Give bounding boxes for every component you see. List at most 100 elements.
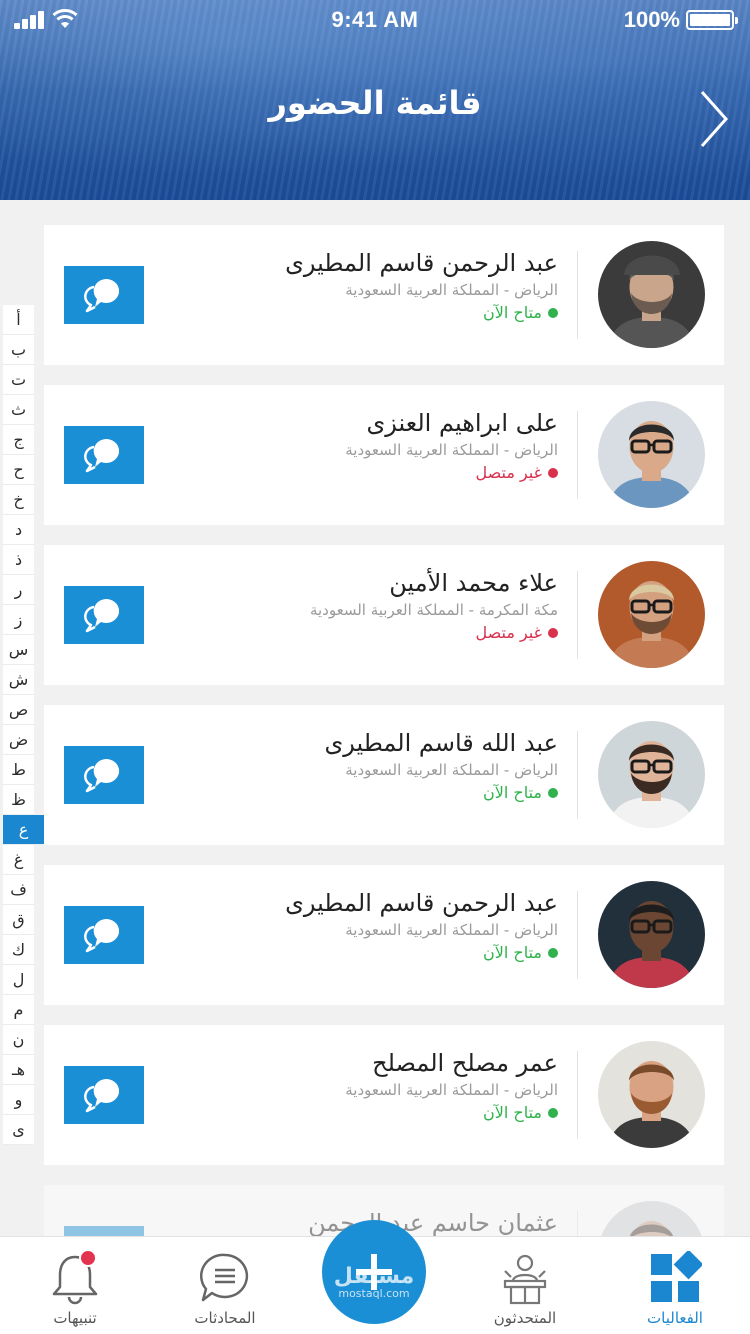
alphabet-letter[interactable]: ل bbox=[3, 965, 34, 995]
alphabet-index[interactable]: أ ب ت ث ج ح خ د ذ ر ز س ش ص ض ط ظ ع غ ف ق ك ل م ن هـ و ى bbox=[3, 305, 44, 1145]
attendee-status: غير متصل bbox=[476, 463, 558, 482]
notification-badge bbox=[79, 1249, 97, 1267]
avatar bbox=[598, 561, 705, 668]
attendee-card[interactable]: عمر مصلح المصلح الرياض - المملكة العربية… bbox=[44, 1025, 724, 1165]
attendee-name: عبد الرحمن قاسم المطيرى bbox=[285, 249, 558, 277]
alphabet-letter[interactable]: ق bbox=[3, 905, 34, 935]
status-text: متاح الآن bbox=[482, 303, 542, 322]
alphabet-letter[interactable]: ى bbox=[3, 1115, 34, 1145]
alphabet-letter[interactable]: س bbox=[3, 635, 34, 665]
alphabet-letter[interactable]: ص bbox=[3, 695, 34, 725]
divider bbox=[577, 411, 578, 499]
alphabet-letter[interactable]: غ bbox=[3, 845, 34, 875]
alphabet-letter[interactable]: ك bbox=[3, 935, 34, 965]
header: 9:41 AM 100% قائمة الحضور bbox=[0, 0, 750, 200]
alphabet-letter[interactable]: هـ bbox=[3, 1055, 34, 1085]
attendee-name: عبد الله قاسم المطيرى bbox=[324, 729, 558, 757]
battery-icon bbox=[686, 10, 738, 30]
avatar bbox=[598, 401, 705, 508]
avatar bbox=[598, 721, 705, 828]
chat-bubbles-icon bbox=[84, 438, 120, 473]
add-button[interactable] bbox=[322, 1220, 426, 1324]
attendee-card[interactable]: علاء محمد الأمين مكة المكرمة - المملكة ا… bbox=[44, 545, 724, 685]
chevron-right-icon[interactable] bbox=[698, 90, 730, 148]
tab-speakers[interactable]: المتحدثون bbox=[450, 1237, 600, 1334]
tab-label: المتحدثون bbox=[493, 1309, 557, 1327]
tab-chats[interactable]: المحادثات bbox=[150, 1237, 300, 1334]
attendee-status: متاح الآن bbox=[483, 1103, 558, 1122]
alphabet-letter[interactable]: ط bbox=[3, 755, 34, 785]
chat-bubbles-icon bbox=[84, 278, 120, 313]
alphabet-letter[interactable]: ج bbox=[3, 425, 34, 455]
alphabet-letter[interactable]: خ bbox=[3, 485, 34, 515]
tab-events[interactable]: الفعاليات bbox=[600, 1237, 750, 1334]
avatar bbox=[598, 241, 705, 348]
divider bbox=[577, 1211, 578, 1236]
divider bbox=[577, 1051, 578, 1139]
alphabet-letter[interactable]: م bbox=[3, 995, 34, 1025]
start-chat-button[interactable] bbox=[64, 586, 144, 644]
alphabet-letter[interactable]: ش bbox=[3, 665, 34, 695]
tab-label: المحادثات bbox=[194, 1309, 256, 1327]
speaker-icon bbox=[503, 1254, 547, 1305]
alphabet-letter[interactable]: ف bbox=[3, 875, 34, 905]
tab-label: تنبيهات bbox=[53, 1309, 97, 1327]
alphabet-letter[interactable]: ع bbox=[3, 815, 44, 845]
plus-icon bbox=[356, 1254, 392, 1290]
start-chat-button[interactable] bbox=[64, 266, 144, 324]
status-text: غير متصل bbox=[475, 623, 543, 642]
start-chat-button[interactable] bbox=[64, 426, 144, 484]
page-title: قائمة الحضور bbox=[268, 84, 482, 122]
alphabet-letter[interactable]: ض bbox=[3, 725, 34, 755]
alphabet-letter[interactable]: ذ bbox=[3, 545, 34, 575]
alphabet-letter[interactable]: ز bbox=[3, 605, 34, 635]
tab-label: الفعاليات bbox=[647, 1309, 703, 1327]
start-chat-button[interactable] bbox=[64, 1066, 144, 1124]
attendee-location: الرياض - المملكة العربية السعودية bbox=[345, 281, 558, 299]
attendee-card[interactable]: عبد الرحمن قاسم المطيرى الرياض - المملكة… bbox=[44, 865, 724, 1005]
alphabet-letter[interactable]: أ bbox=[3, 305, 34, 335]
attendee-name: علاء محمد الأمين bbox=[389, 569, 558, 597]
status-dot bbox=[548, 307, 558, 318]
alphabet-letter[interactable]: ن bbox=[3, 1025, 34, 1055]
alphabet-letter[interactable]: ت bbox=[3, 365, 34, 395]
attendee-location: الرياض - المملكة العربية السعودية bbox=[345, 921, 558, 939]
attendee-card[interactable]: على ابراهيم العنزى الرياض - المملكة العر… bbox=[44, 385, 724, 525]
alphabet-letter[interactable]: و bbox=[3, 1085, 34, 1115]
status-dot bbox=[548, 627, 558, 638]
status-text: متاح الآن bbox=[482, 943, 542, 962]
status-dot bbox=[548, 467, 558, 478]
attendee-list[interactable]: عبد الرحمن قاسم المطيرى الرياض - المملكة… bbox=[44, 225, 724, 1236]
start-chat-button[interactable] bbox=[64, 1226, 144, 1236]
chat-bubble-icon bbox=[199, 1253, 249, 1302]
alphabet-letter[interactable]: ظ bbox=[3, 785, 34, 815]
avatar bbox=[598, 1201, 705, 1236]
chat-bubbles-icon bbox=[84, 1078, 120, 1113]
alphabet-letter[interactable]: ر bbox=[3, 575, 34, 605]
chat-bubbles-icon bbox=[84, 918, 120, 953]
attendee-status: متاح الآن bbox=[483, 943, 558, 962]
avatar bbox=[598, 1041, 705, 1148]
events-icon bbox=[651, 1251, 702, 1302]
attendee-location: الرياض - المملكة العربية السعودية bbox=[345, 1081, 558, 1099]
divider bbox=[577, 571, 578, 659]
attendee-name: على ابراهيم العنزى bbox=[366, 409, 558, 437]
battery-percentage: 100% bbox=[623, 7, 680, 32]
start-chat-button[interactable] bbox=[64, 746, 144, 804]
divider bbox=[577, 891, 578, 979]
status-dot bbox=[548, 947, 558, 958]
divider bbox=[577, 731, 578, 819]
start-chat-button[interactable] bbox=[64, 906, 144, 964]
chat-bubbles-icon bbox=[84, 758, 120, 793]
alphabet-letter[interactable]: ح bbox=[3, 455, 34, 485]
alphabet-letter[interactable]: ب bbox=[3, 335, 34, 365]
attendee-location: الرياض - المملكة العربية السعودية bbox=[345, 441, 558, 459]
attendee-card[interactable]: عبد الله قاسم المطيرى الرياض - المملكة ا… bbox=[44, 705, 724, 845]
status-text: متاح الآن bbox=[482, 783, 542, 802]
alphabet-letter[interactable]: د bbox=[3, 515, 34, 545]
attendee-status: متاح الآن bbox=[483, 303, 558, 322]
attendee-card[interactable]: عبد الرحمن قاسم المطيرى الرياض - المملكة… bbox=[44, 225, 724, 365]
alphabet-letter[interactable]: ث bbox=[3, 395, 34, 425]
tab-notifications[interactable]: تنبيهات bbox=[0, 1237, 150, 1334]
chat-bubbles-icon bbox=[84, 598, 120, 633]
